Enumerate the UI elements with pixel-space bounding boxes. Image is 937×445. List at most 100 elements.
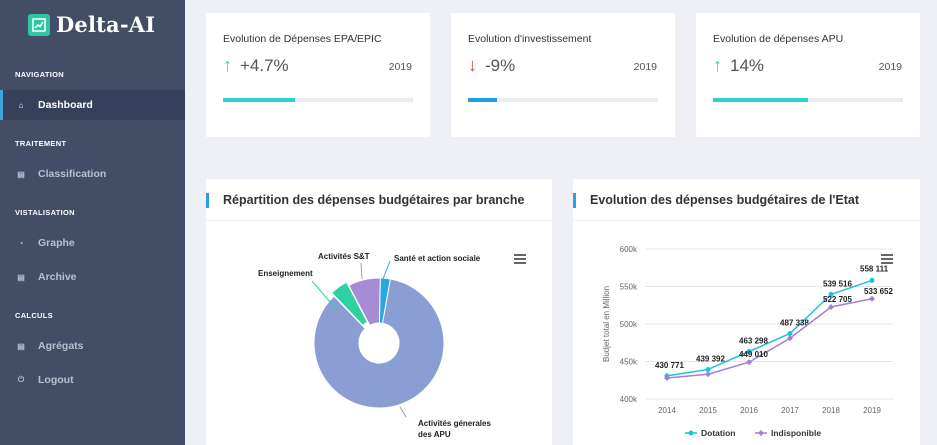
x-tick-label: 2014: [658, 406, 676, 415]
arrow-up-icon: ↑: [223, 55, 232, 75]
pie-connector: [360, 262, 363, 280]
line-chart: 400k 450k 500k 550k 600k Budjet total en Mill…: [602, 245, 893, 438]
data-label: 439 392: [696, 354, 725, 363]
pie-label: Activités génerales: [418, 419, 491, 428]
sidebar-item-label: Archive: [38, 271, 77, 283]
stat-title: Evolution de dépenses APU: [713, 33, 844, 45]
x-tick-label: 2017: [781, 406, 799, 415]
stat-value-row: ↑ 14%: [713, 55, 764, 76]
data-label: 463 298: [739, 337, 768, 346]
section-title-traitement: TRAITEMENT: [15, 139, 67, 148]
brand[interactable]: Delta-AI: [28, 12, 155, 37]
sidebar-item-label: Graphe: [38, 237, 75, 249]
stat-title: Evolution d'investissement: [468, 33, 592, 45]
list-icon: ▤: [17, 169, 25, 179]
x-tick-label: 2019: [863, 406, 881, 415]
panel-accent: [206, 193, 209, 208]
sidebar-item-label: Logout: [38, 374, 74, 386]
sidebar-item-dashboard[interactable]: ⌂ Dashboard: [0, 90, 185, 120]
y-tick-label: 500k: [620, 320, 638, 329]
sidebar-item-graphe[interactable]: ◔ Graphe: [0, 228, 185, 258]
stat-value: -9%: [485, 55, 516, 75]
data-label: 449 010: [739, 350, 768, 359]
sidebar-item-label: Agrégats: [38, 340, 84, 352]
x-tick-label: 2018: [822, 406, 840, 415]
data-label: 533 652: [864, 287, 893, 296]
stat-year: 2019: [633, 61, 657, 73]
power-icon: ⏻: [17, 375, 25, 384]
legend-label[interactable]: Dotation: [701, 428, 735, 438]
sidebar-item-label: Dashboard: [38, 99, 93, 111]
panel-title: Evolution des dépenses budgétaires de l'…: [590, 193, 860, 207]
data-point[interactable]: [869, 277, 875, 283]
data-label: 558 111: [860, 264, 889, 273]
pie-chart: Santé et action sociale Activités géneral…: [258, 252, 491, 439]
pie-connector: [399, 406, 407, 418]
trend-chart-icon: [28, 13, 50, 36]
data-point[interactable]: [787, 330, 793, 336]
sidebar-item-logout[interactable]: ⏻ Logout: [0, 365, 185, 395]
stat-value-row: ↑ +4.7%: [223, 55, 289, 76]
stat-card-apu: Evolution de dépenses APU ↑ 14% 2019: [696, 13, 920, 137]
stat-year: 2019: [878, 61, 902, 73]
panel-title: Répartition des dépenses budgétaires par…: [223, 193, 525, 207]
data-point[interactable]: [705, 366, 711, 372]
progress-fill: [713, 98, 808, 102]
progress-bar: [713, 98, 903, 102]
section-title-vistalisation: VISTALISATION: [15, 208, 75, 217]
progress-bar: [223, 98, 413, 102]
stat-value: 14%: [730, 55, 765, 75]
data-label: 430 771: [655, 361, 684, 370]
y-tick-label: 450k: [620, 358, 638, 367]
line-chart-panel: Evolution des dépenses budgétaires de l'…: [573, 179, 920, 445]
panel-header: Répartition des dépenses budgétaires par…: [206, 179, 552, 221]
y-tick-label: 600k: [620, 245, 638, 254]
data-label: 539 516: [823, 279, 852, 288]
section-title-navigation: NAVIGATION: [15, 70, 64, 79]
stat-card-epa-epic: Evolution de Dépenses EPA/EPIC ↑ +4.7% 2…: [206, 13, 430, 137]
legend-marker: [758, 430, 764, 436]
section-title-calculs: CALCULS: [15, 311, 53, 320]
legend-label[interactable]: Indisponible: [771, 428, 821, 438]
pie-label: Enseignement: [258, 269, 313, 278]
pie-label: Santé et action sociale: [394, 254, 481, 263]
series-line: [666, 298, 873, 379]
archive-icon: ▤: [17, 272, 25, 282]
stat-value-row: ↓ -9%: [468, 55, 515, 76]
panel-header: Evolution des dépenses budgétaires de l'…: [573, 179, 920, 221]
y-tick-label: 550k: [620, 283, 638, 292]
y-axis-title: Budjet total en Million: [602, 286, 611, 362]
sidebar-item-classification[interactable]: ▤ Classification: [0, 159, 185, 189]
sidebar: Delta-AI NAVIGATION ⌂ Dashboard TRAITEME…: [0, 0, 185, 445]
sidebar-item-archive[interactable]: ▤ Archive: [0, 262, 185, 292]
progress-fill: [468, 98, 497, 102]
data-point[interactable]: [705, 371, 711, 378]
panel-accent: [573, 193, 576, 208]
pie-chart-panel: Répartition des dépenses budgétaires par…: [206, 179, 552, 445]
arrow-down-icon: ↓: [468, 55, 477, 75]
sidebar-item-label: Classification: [38, 168, 107, 180]
stat-year: 2019: [388, 61, 412, 73]
progress-fill: [223, 98, 296, 102]
y-tick-label: 400k: [620, 395, 638, 404]
list-icon: ▤: [17, 341, 25, 351]
data-point[interactable]: [746, 359, 752, 366]
x-tick-label: 2016: [740, 406, 758, 415]
stat-value: +4.7%: [240, 55, 289, 75]
progress-bar: [468, 98, 658, 102]
pie-label: Activités S&T: [318, 252, 370, 261]
home-icon: ⌂: [18, 100, 24, 110]
brand-name: Delta-AI: [56, 12, 156, 37]
data-point[interactable]: [869, 295, 875, 302]
pie-label: des APU: [418, 430, 451, 439]
x-tick-label: 2015: [699, 406, 717, 415]
data-label: 522 705: [823, 295, 852, 304]
arrow-up-icon: ↑: [713, 55, 722, 75]
pie-connector: [382, 260, 391, 280]
stat-card-investissement: Evolution d'investissement ↓ -9% 2019: [451, 13, 675, 137]
stat-title: Evolution de Dépenses EPA/EPIC: [223, 33, 382, 45]
chart-icon: ◔: [18, 238, 24, 248]
legend-marker: [688, 430, 694, 436]
sidebar-item-agregats[interactable]: ▤ Agrégats: [0, 331, 185, 361]
pie-connector: [311, 280, 337, 310]
